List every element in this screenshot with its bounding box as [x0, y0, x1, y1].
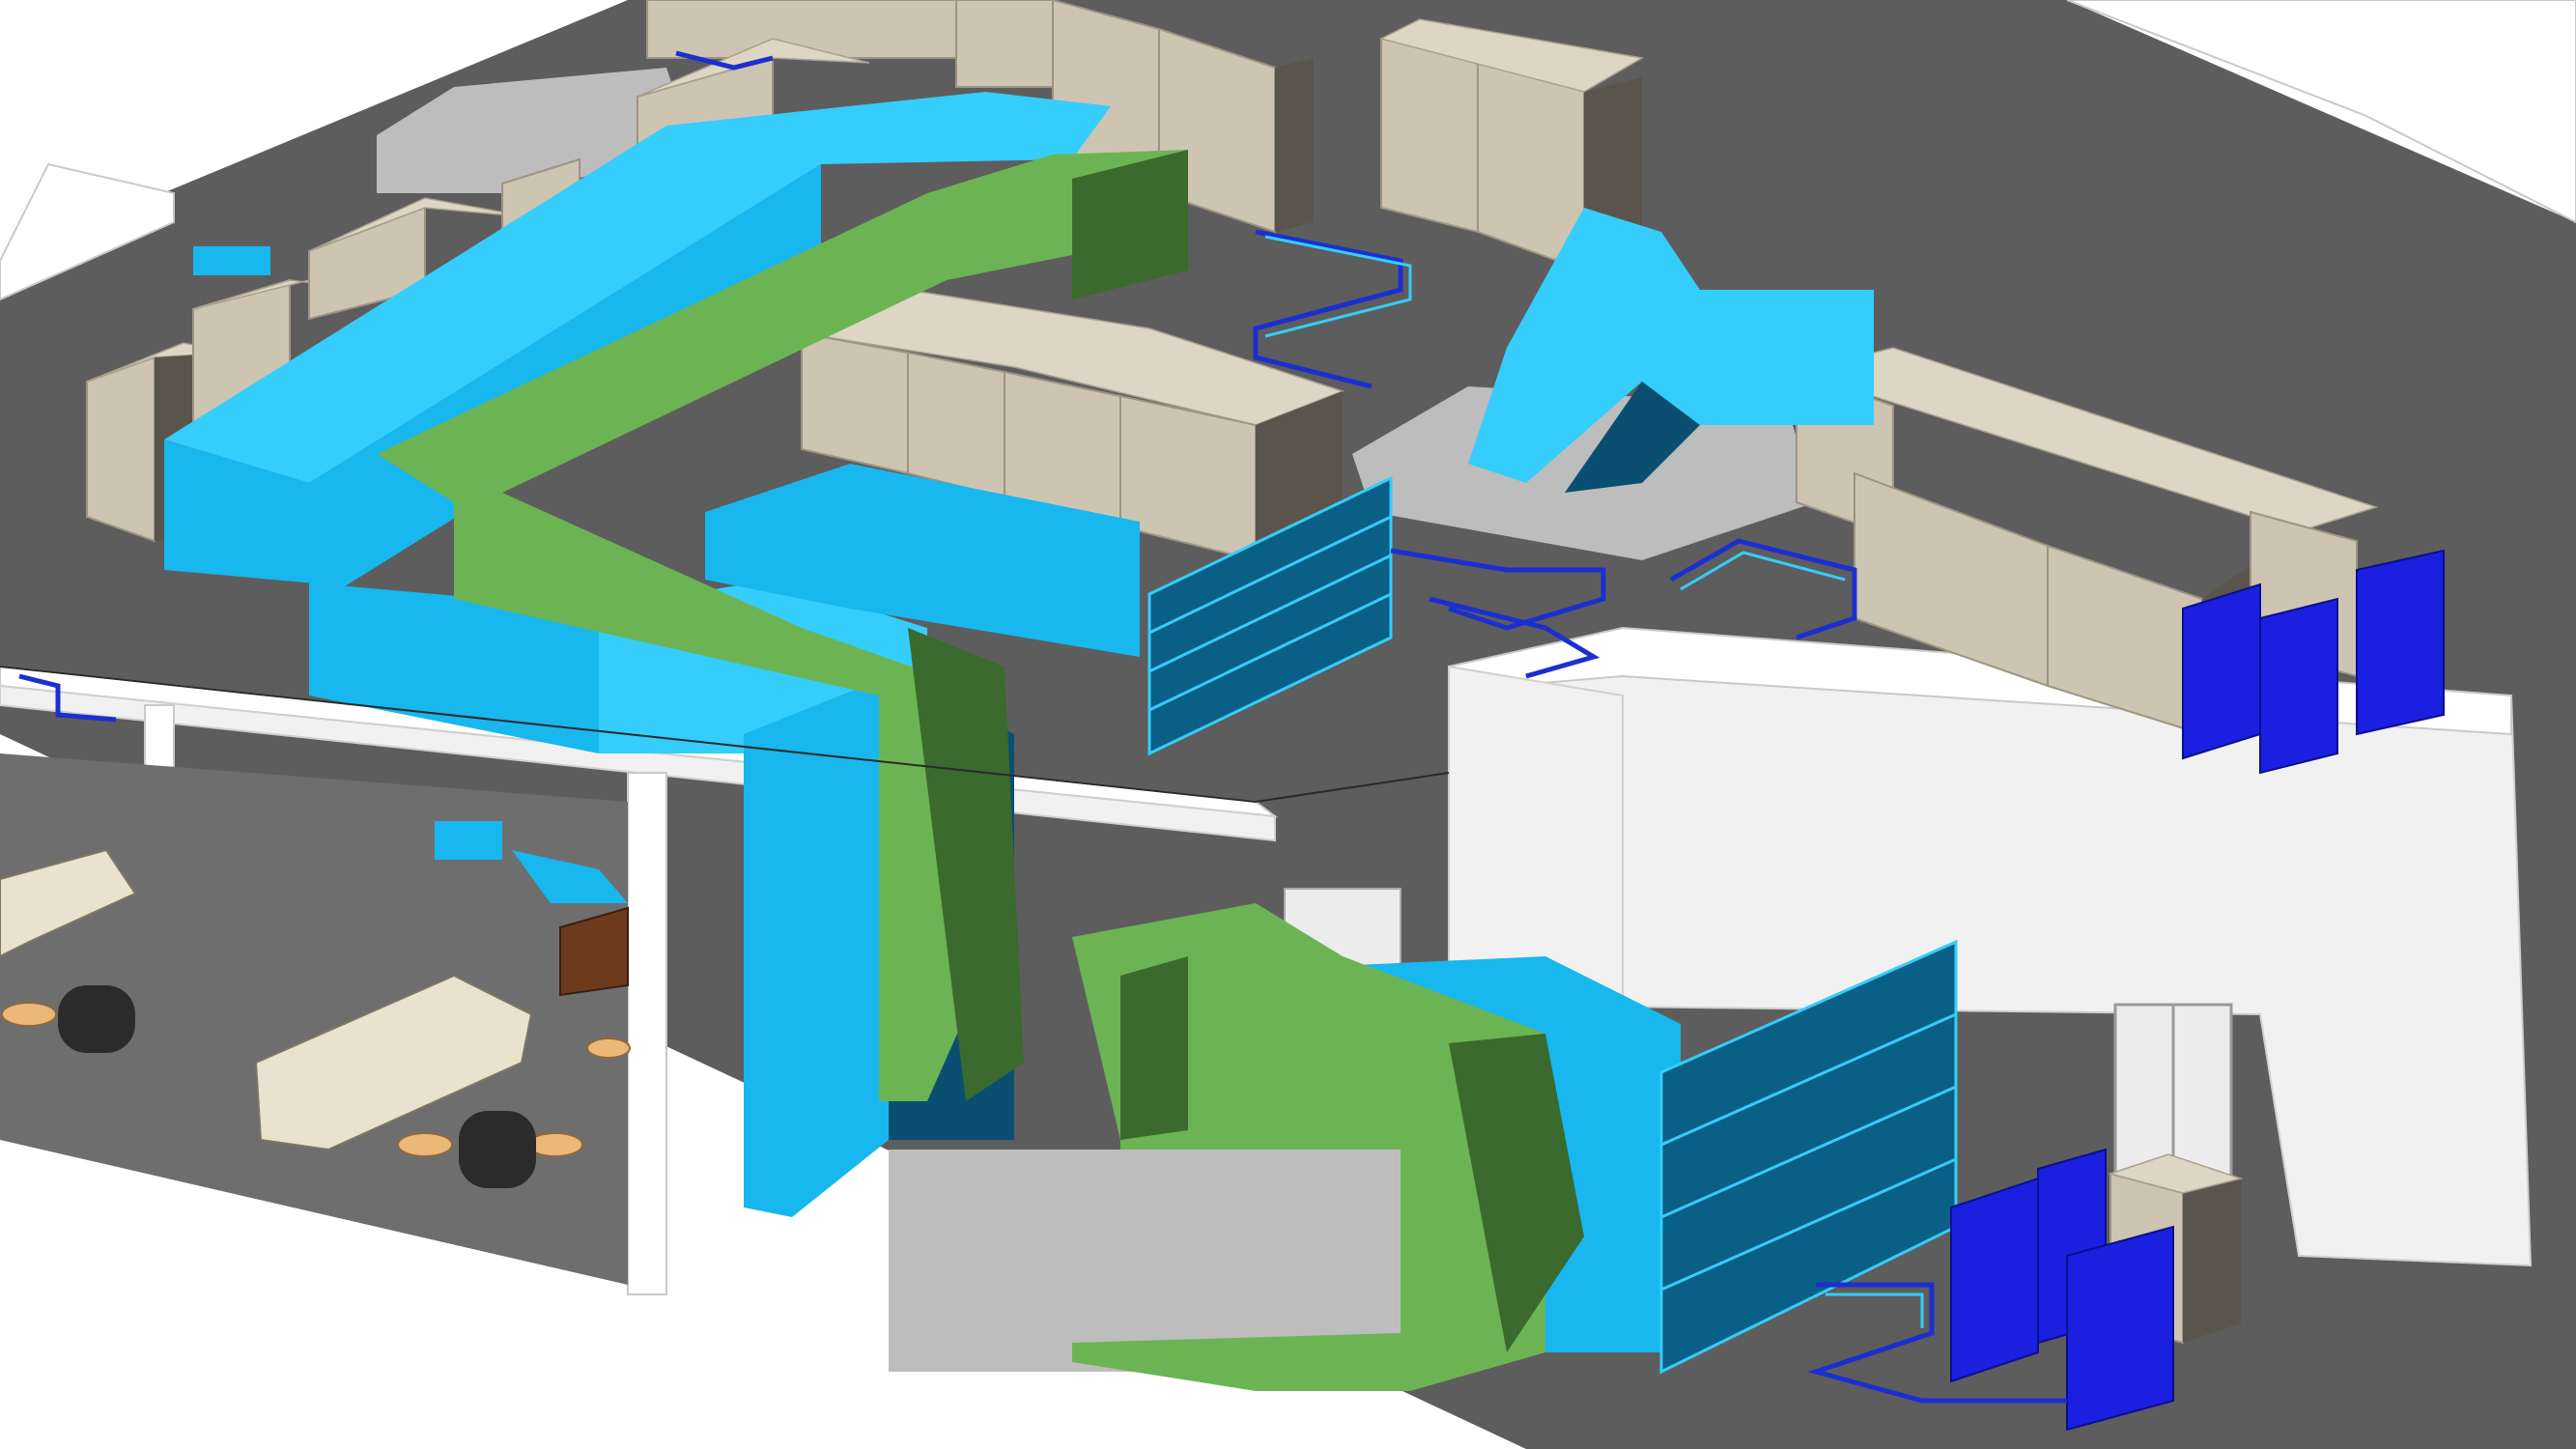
supply-duct-stub-1	[435, 821, 502, 860]
lounge-area	[0, 753, 631, 1285]
cabinet-lower-right-side	[2183, 1179, 2241, 1343]
cabinet-top-side	[1275, 58, 1314, 232]
cabinet-top-2[interactable]	[955, 0, 1054, 88]
side-table-2[interactable]	[397, 1132, 453, 1157]
cabinet-top-5[interactable]	[1380, 37, 1479, 234]
side-table-4[interactable]	[586, 1037, 631, 1059]
side-table-1[interactable]	[1, 1002, 57, 1027]
cabinet-center-2[interactable]	[907, 351, 1005, 499]
drum-table-2[interactable]	[459, 1111, 536, 1188]
supply-duct-stub-3	[193, 246, 270, 275]
supply-duct-vertical	[744, 676, 889, 1217]
drum-table-1[interactable]	[58, 985, 135, 1053]
hvac-isometric-model	[0, 0, 2576, 1449]
return-duct-lower-shade	[1120, 956, 1188, 1140]
cabinet-center-1[interactable]	[801, 331, 909, 475]
cabinet-left-1[interactable]	[86, 355, 156, 543]
column-b	[627, 772, 667, 1295]
side-table-3[interactable]	[527, 1132, 583, 1157]
